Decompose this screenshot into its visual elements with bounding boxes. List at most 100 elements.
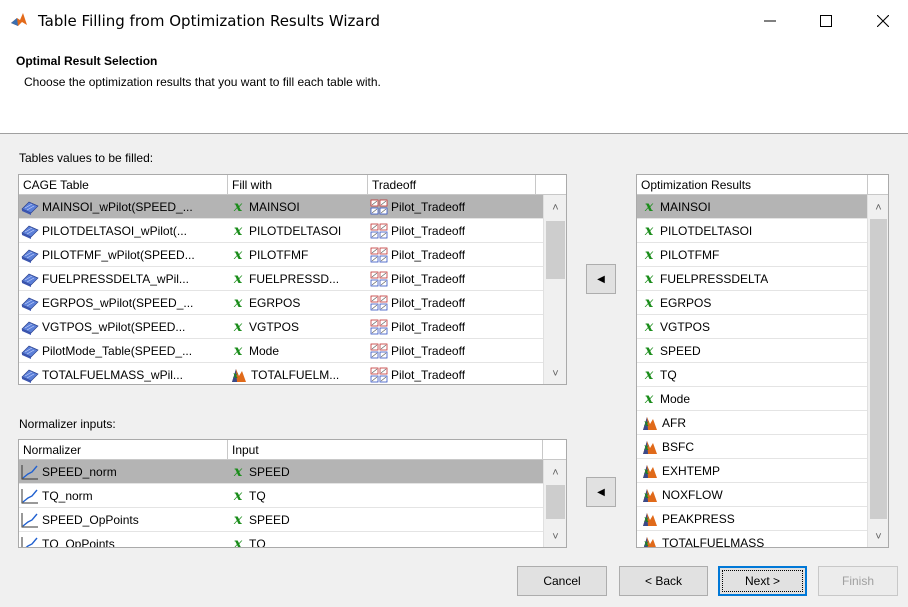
tables-scrollbar[interactable]: ˄ ˅ [543,195,566,384]
maximize-button[interactable] [803,0,849,41]
tradeoff-cell[interactable]: Pilot_Tradeoff [368,363,536,384]
result-item[interactable]: x TOTALFUELMASS [637,531,867,547]
result-item[interactable]: x PEAKPRESS [637,507,867,531]
scroll-thumb[interactable] [546,485,565,519]
tradeoff-cell[interactable]: Pilot_Tradeoff [368,339,536,363]
table-row[interactable]: VGTPOS_wPilot(SPEED... x VGTPOS Pilot_Trade… [19,315,543,339]
tradeoff-cell[interactable]: Pilot_Tradeoff [368,315,536,339]
scroll-down-arrow[interactable]: ˅ [868,528,888,546]
close-button[interactable] [860,0,906,41]
assign-result-button[interactable]: ◀ [586,264,616,294]
result-cell[interactable]: x SPEED [637,339,867,363]
normalizer-row[interactable]: TQ_OpPoints x TQ [19,532,543,547]
result-item[interactable]: x VGTPOS [637,315,867,339]
normalizer-cell[interactable]: SPEED_norm [19,460,228,484]
cage-table-cell[interactable]: MAINSOI_wPilot(SPEED_... [19,195,228,219]
tradeoff-cell[interactable]: Pilot_Tradeoff [368,219,536,243]
normalizer-cell[interactable]: SPEED_OpPoints [19,508,228,532]
input-cell[interactable]: x TQ [228,484,543,508]
tradeoff-cell[interactable]: Pilot_Tradeoff [368,267,536,291]
result-cell[interactable]: x EGRPOS [637,291,867,315]
scroll-thumb[interactable] [546,221,565,279]
normalizer-row[interactable]: TQ_norm x TQ [19,484,543,508]
scroll-up-arrow[interactable]: ˄ [868,199,888,217]
scroll-up-arrow[interactable]: ˄ [544,464,566,482]
fill-with-cell[interactable]: x PILOTFMF [228,243,368,267]
normalizer-scrollbar[interactable]: ˄ ˅ [543,460,566,547]
table-row[interactable]: PILOTFMF_wPilot(SPEED... x PILOTFMF Pilot_T… [19,243,543,267]
col-header-optimization-results[interactable]: Optimization Results [637,175,868,195]
result-cell[interactable]: x EXHTEMP [637,459,867,483]
minimize-button[interactable] [747,0,793,41]
tradeoff-cell[interactable]: Pilot_Tradeoff [368,291,536,315]
input-cell[interactable]: x TQ [228,532,543,547]
result-item[interactable]: x MAINSOI [637,195,867,219]
result-cell[interactable]: x PEAKPRESS [637,507,867,531]
fill-with-cell[interactable]: x MAINSOI [228,195,368,219]
result-item[interactable]: x PILOTDELTASOI [637,219,867,243]
optimization-results-list[interactable]: Optimization Results x MAINSOI x PILOTDELTA… [636,174,889,548]
result-cell[interactable]: x NOXFLOW [637,483,867,507]
result-cell[interactable]: x BSFC [637,435,867,459]
table-row[interactable]: TOTALFUELMASS_wPil... x TOTALFUELM... Pilot… [19,363,543,384]
tradeoff-cell[interactable]: Pilot_Tradeoff [368,243,536,267]
col-header-fill-with[interactable]: Fill with [228,175,368,195]
cage-table-cell[interactable]: VGTPOS_wPilot(SPEED... [19,315,228,339]
results-scrollbar[interactable]: ˄ ˅ [867,195,888,547]
fill-with-cell[interactable]: x PILOTDELTASOI [228,219,368,243]
result-item[interactable]: x PILOTFMF [637,243,867,267]
result-cell[interactable]: x FUELPRESSDELTA [637,267,867,291]
result-item[interactable]: x FUELPRESSDELTA [637,267,867,291]
cage-table-cell[interactable]: PilotMode_Table(SPEED_... [19,339,228,363]
col-header-tradeoff[interactable]: Tradeoff [368,175,536,195]
scroll-up-arrow[interactable]: ˄ [544,199,566,217]
scroll-thumb[interactable] [870,219,887,519]
col-header-normalizer[interactable]: Normalizer [19,440,228,460]
cancel-button[interactable]: Cancel [517,566,607,596]
result-cell[interactable]: x Mode [637,387,867,411]
back-button[interactable]: < Back [619,566,708,596]
result-item[interactable]: x Mode [637,387,867,411]
tradeoff-cell[interactable]: Pilot_Tradeoff [368,195,536,219]
result-cell[interactable]: x TOTALFUELMASS [637,531,867,547]
fill-with-cell[interactable]: x FUELPRESSD... [228,267,368,291]
col-header-cage-table[interactable]: CAGE Table [19,175,228,195]
result-item[interactable]: x SPEED [637,339,867,363]
normalizer-row[interactable]: SPEED_norm x SPEED [19,460,543,484]
fill-with-cell[interactable]: x EGRPOS [228,291,368,315]
fill-with-cell[interactable]: x TOTALFUELM... [228,363,368,384]
result-cell[interactable]: x PILOTDELTASOI [637,219,867,243]
result-cell[interactable]: x PILOTFMF [637,243,867,267]
result-item[interactable]: x BSFC [637,435,867,459]
finish-button[interactable]: Finish [818,566,898,596]
normalizer-grid[interactable]: Normalizer Input SPEED_norm x SPEED TQ_norm… [18,439,567,548]
input-cell[interactable]: x SPEED [228,460,543,484]
normalizer-cell[interactable]: TQ_OpPoints [19,532,228,547]
cage-table-cell[interactable]: PILOTFMF_wPilot(SPEED... [19,243,228,267]
scroll-down-arrow[interactable]: ˅ [544,365,566,383]
input-cell[interactable]: x SPEED [228,508,543,532]
normalizer-row[interactable]: SPEED_OpPoints x SPEED [19,508,543,532]
table-row[interactable]: PILOTDELTASOI_wPilot(... x PILOTDELTASOI Pi… [19,219,543,243]
table-row[interactable]: PilotMode_Table(SPEED_... x Mode Pilot_Trad… [19,339,543,363]
cage-table-cell[interactable]: PILOTDELTASOI_wPilot(... [19,219,228,243]
cage-table-cell[interactable]: FUELPRESSDELTA_wPil... [19,267,228,291]
result-item[interactable]: x AFR [637,411,867,435]
cage-table-cell[interactable]: TOTALFUELMASS_wPil... [19,363,228,384]
table-row[interactable]: FUELPRESSDELTA_wPil... x FUELPRESSD... Pilo… [19,267,543,291]
fill-with-cell[interactable]: x Mode [228,339,368,363]
result-cell[interactable]: x TQ [637,363,867,387]
result-item[interactable]: x NOXFLOW [637,483,867,507]
result-item[interactable]: x EGRPOS [637,291,867,315]
table-row[interactable]: EGRPOS_wPilot(SPEED_... x EGRPOS Pilot_Trad… [19,291,543,315]
normalizer-cell[interactable]: TQ_norm [19,484,228,508]
next-button[interactable]: Next > [718,566,807,596]
tables-grid[interactable]: CAGE Table Fill with Tradeoff MAINSOI_wP… [18,174,567,385]
result-cell[interactable]: x VGTPOS [637,315,867,339]
scroll-down-arrow[interactable]: ˅ [544,528,566,546]
fill-with-cell[interactable]: x VGTPOS [228,315,368,339]
result-cell[interactable]: x MAINSOI [637,195,867,219]
table-row[interactable]: MAINSOI_wPilot(SPEED_... x MAINSOI Pilot_Tr… [19,195,543,219]
result-item[interactable]: x TQ [637,363,867,387]
col-header-input[interactable]: Input [228,440,543,460]
